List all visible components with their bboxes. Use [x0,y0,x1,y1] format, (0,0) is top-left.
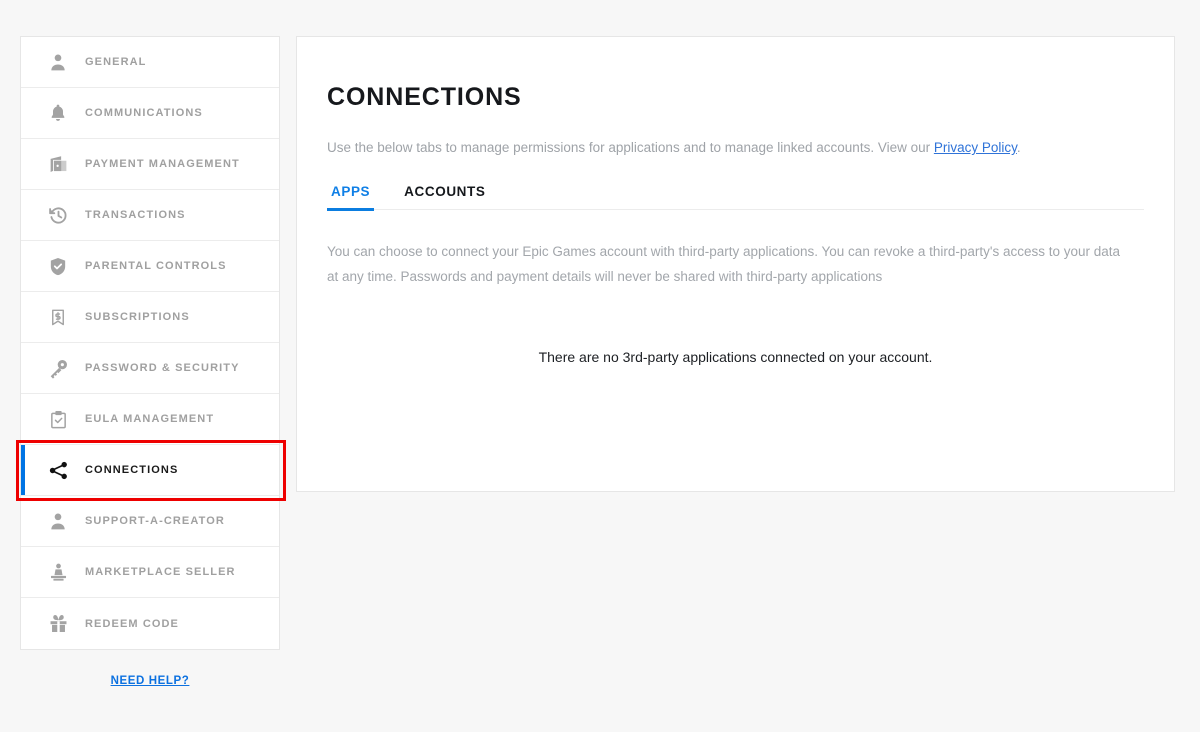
sidebar-item-password-security[interactable]: PASSWORD & SECURITY [21,343,279,394]
sidebar-item-communications[interactable]: COMMUNICATIONS [21,88,279,139]
connections-panel: CONNECTIONS Use the below tabs to manage… [296,36,1175,492]
sidebar-item-label: MARKETPLACE SELLER [85,566,236,578]
page-title: CONNECTIONS [327,83,522,111]
need-help-container: NEED HELP? [20,671,280,689]
podium-icon [47,561,69,583]
sidebar-item-label: SUPPORT-A-CREATOR [85,515,225,527]
intro-text: Use the below tabs to manage permissions… [327,138,1144,158]
settings-nav-list: GENERAL COMMUNICATIONS PAYMENT MANAGEMENT T… [16,36,286,650]
sidebar-item-payment-management[interactable]: PAYMENT MANAGEMENT [21,139,279,190]
wallet-icon [47,153,69,175]
need-help-link[interactable]: NEED HELP? [111,675,190,687]
sidebar-item-label: PAYMENT MANAGEMENT [85,158,240,170]
intro-text-before: Use the below tabs to manage permissions… [327,140,934,155]
sidebar-item-label: PARENTAL CONTROLS [85,260,227,272]
sidebar-item-label: CONNECTIONS [85,464,179,476]
sidebar: GENERAL COMMUNICATIONS PAYMENT MANAGEMENT T… [16,36,286,689]
dollar-tag-icon [47,306,69,328]
tab-apps[interactable]: APPS [327,182,375,211]
person-icon [47,510,69,532]
intro-text-after: . [1016,140,1021,155]
sidebar-item-subscriptions[interactable]: SUBSCRIPTIONS [21,292,279,343]
sidebar-item-parental-controls[interactable]: PARENTAL CONTROLS [21,241,279,292]
apps-description: You can choose to connect your Epic Game… [327,244,1121,284]
privacy-policy-link[interactable]: Privacy Policy [934,140,1017,155]
sidebar-item-label: COMMUNICATIONS [85,107,203,119]
sidebar-item-general[interactable]: GENERAL [21,37,279,88]
sidebar-item-label: REDEEM CODE [85,617,179,630]
share-icon [47,459,69,481]
sidebar-item-label: TRANSACTIONS [85,209,186,221]
bell-icon [47,102,69,124]
tab-bar: APPS ACCOUNTS [327,182,1144,211]
sidebar-item-label: GENERAL [85,56,147,68]
sidebar-item-support-a-creator[interactable]: SUPPORT-A-CREATOR [21,496,279,547]
sidebar-item-transactions[interactable]: TRANSACTIONS [21,190,279,241]
person-icon [47,51,69,73]
sidebar-item-redeem-code[interactable]: REDEEM CODE [21,598,279,649]
history-icon [47,204,69,226]
shield-check-icon [47,255,69,277]
sidebar-item-marketplace-seller[interactable]: MARKETPLACE SELLER [21,547,279,598]
sidebar-item-label: SUBSCRIPTIONS [85,311,190,323]
sidebar-item-label: EULA MANAGEMENT [85,413,215,425]
sidebar-item-eula-management[interactable]: EULA MANAGEMENT [21,394,279,445]
gift-icon [47,613,69,635]
sidebar-item-label: PASSWORD & SECURITY [85,362,240,374]
sidebar-item-connections[interactable]: CONNECTIONS [16,440,286,501]
key-icon [47,357,69,379]
tab-accounts[interactable]: ACCOUNTS [400,182,489,209]
empty-state-message: There are no 3rd-party applications conn… [538,349,933,365]
clipboard-check-icon [47,408,69,430]
